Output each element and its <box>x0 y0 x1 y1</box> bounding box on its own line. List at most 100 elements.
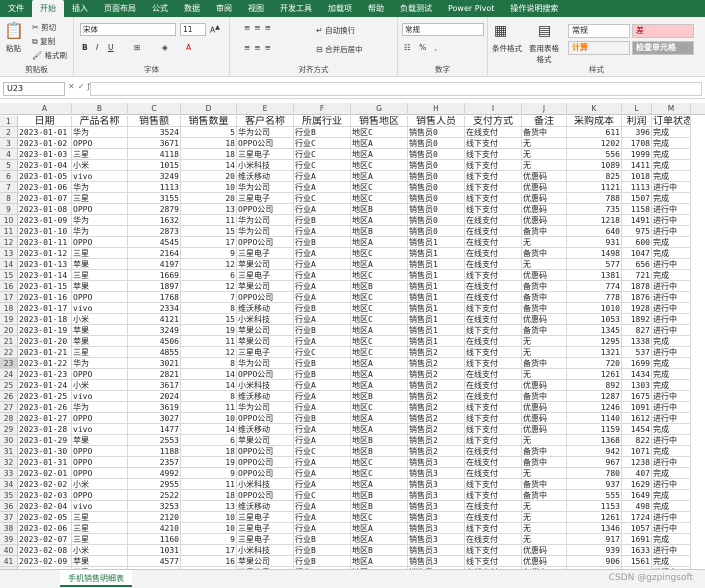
table-cell[interactable]: 三星电子 <box>237 347 294 358</box>
table-cell[interactable]: 937 <box>567 479 622 490</box>
table-cell[interactable]: OPPO公司 <box>237 204 294 215</box>
table-cell[interactable]: 苹果 <box>72 259 128 270</box>
table-cell[interactable]: 地区A <box>351 380 408 391</box>
table-cell[interactable]: 1218 <box>567 215 622 226</box>
row-header[interactable]: 14 <box>0 259 18 270</box>
table-cell[interactable]: 在线支付 <box>465 501 522 512</box>
table-cell[interactable]: 17 <box>181 237 237 248</box>
header-cell[interactable]: 备注 <box>522 116 567 127</box>
table-cell[interactable]: 苹果 <box>72 281 128 292</box>
table-cell[interactable]: 销售员1 <box>408 237 465 248</box>
table-cell[interactable]: 1632 <box>128 215 181 226</box>
table-cell[interactable]: 1381 <box>567 270 622 281</box>
table-cell[interactable]: 三星电子 <box>237 523 294 534</box>
table-cell[interactable]: 维沃移动 <box>237 171 294 182</box>
table-cell[interactable]: 2023-01-14 <box>18 270 72 281</box>
table-cell[interactable]: 进行中 <box>652 347 691 358</box>
table-format-icon[interactable]: ▤ <box>538 23 551 39</box>
table-cell[interactable]: 2023-01-22 <box>18 358 72 369</box>
table-cell[interactable]: 1649 <box>622 490 652 501</box>
table-cell[interactable]: 地区B <box>351 545 408 556</box>
table-cell[interactable]: 三星电子 <box>237 534 294 545</box>
table-cell[interactable]: 地区A <box>351 325 408 336</box>
table-cell[interactable]: 地区A <box>351 413 408 424</box>
table-cell[interactable]: 行业A <box>294 391 351 402</box>
table-cell[interactable]: 地区B <box>351 281 408 292</box>
table-cell[interactable]: 备货中 <box>522 281 567 292</box>
table-cell[interactable]: 1477 <box>128 424 181 435</box>
column-header[interactable]: I <box>465 103 522 115</box>
table-cell[interactable]: 进行中 <box>652 413 691 424</box>
table-cell[interactable]: 线下支付 <box>465 325 522 336</box>
row-header[interactable]: 41 <box>0 556 18 567</box>
table-cell[interactable]: 4210 <box>128 523 181 534</box>
column-header[interactable]: K <box>567 103 622 115</box>
table-cell[interactable]: 1876 <box>622 292 652 303</box>
table-cell[interactable]: 14 <box>181 424 237 435</box>
table-cell[interactable]: 备货中 <box>522 303 567 314</box>
table-cell[interactable]: 行业C <box>294 193 351 204</box>
row-header[interactable]: 12 <box>0 237 18 248</box>
table-cell[interactable]: OPPO <box>72 490 128 501</box>
row-header[interactable]: 21 <box>0 336 18 347</box>
table-cell[interactable]: 行业A <box>294 171 351 182</box>
conditional-format-button[interactable]: 条件格式 <box>492 43 522 54</box>
table-cell[interactable]: 行业A <box>294 457 351 468</box>
table-cell[interactable]: 完成 <box>652 534 691 545</box>
sheet-tab[interactable]: 手机销售明细表 <box>60 570 132 587</box>
row-header[interactable]: 2 <box>0 127 18 138</box>
table-cell[interactable]: 13 <box>181 501 237 512</box>
table-cell[interactable]: 2023-02-03 <box>18 490 72 501</box>
name-box[interactable]: U23 <box>3 82 65 96</box>
table-cell[interactable]: 1928 <box>622 303 652 314</box>
table-cell[interactable]: 1053 <box>567 314 622 325</box>
table-cell[interactable]: 1047 <box>622 248 652 259</box>
table-cell[interactable]: 三星 <box>72 193 128 204</box>
underline-button[interactable]: U <box>108 43 114 52</box>
table-cell[interactable]: 备货中 <box>522 292 567 303</box>
table-cell[interactable]: 1507 <box>622 193 652 204</box>
row-header[interactable]: 3 <box>0 138 18 149</box>
table-cell[interactable]: 在线支付 <box>465 281 522 292</box>
table-cell[interactable]: 1202 <box>567 138 622 149</box>
table-cell[interactable]: 1561 <box>622 556 652 567</box>
table-cell[interactable]: 3249 <box>128 171 181 182</box>
cut-button[interactable]: ✂ 剪切 <box>32 22 56 33</box>
table-cell[interactable]: 在线支付 <box>465 215 522 226</box>
table-cell[interactable]: 1287 <box>567 391 622 402</box>
table-cell[interactable]: 线下支付 <box>465 204 522 215</box>
table-cell[interactable]: 2023-01-12 <box>18 248 72 259</box>
table-cell[interactable]: 556 <box>567 149 622 160</box>
table-cell[interactable]: 完成 <box>652 501 691 512</box>
ribbon-tab[interactable]: 开始 <box>32 0 64 17</box>
table-cell[interactable]: 在线支付 <box>465 259 522 270</box>
table-cell[interactable]: 行业B <box>294 413 351 424</box>
table-cell[interactable]: 维沃移动 <box>237 391 294 402</box>
table-cell[interactable]: 行业A <box>294 402 351 413</box>
table-cell[interactable]: 19 <box>181 325 237 336</box>
table-cell[interactable]: 2023-01-03 <box>18 149 72 160</box>
row-header[interactable]: 28 <box>0 413 18 424</box>
table-cell[interactable]: 778 <box>567 292 622 303</box>
table-cell[interactable]: 完成 <box>652 237 691 248</box>
ribbon-tab[interactable]: 加载项 <box>320 0 360 17</box>
paste-icon[interactable]: 📋 <box>4 21 24 40</box>
table-cell[interactable]: 优惠码 <box>522 545 567 556</box>
table-cell[interactable]: 1140 <box>567 413 622 424</box>
table-cell[interactable]: OPPO公司 <box>237 413 294 424</box>
table-cell[interactable]: 1188 <box>128 446 181 457</box>
table-cell[interactable]: 销售员3 <box>408 479 465 490</box>
table-cell[interactable]: 线下支付 <box>465 193 522 204</box>
table-cell[interactable]: 线下支付 <box>465 171 522 182</box>
table-cell[interactable]: 2023-01-02 <box>18 138 72 149</box>
table-cell[interactable]: 1724 <box>622 512 652 523</box>
table-cell[interactable]: 735 <box>567 204 622 215</box>
table-cell[interactable]: 行业A <box>294 226 351 237</box>
table-cell[interactable]: 行业A <box>294 314 351 325</box>
table-cell[interactable]: 进行中 <box>652 479 691 490</box>
table-cell[interactable]: 3253 <box>128 501 181 512</box>
row-header[interactable]: 1 <box>0 116 18 127</box>
table-cell[interactable]: 苹果 <box>72 325 128 336</box>
table-cell[interactable]: 4545 <box>128 237 181 248</box>
header-cell[interactable]: 销售地区 <box>351 116 408 127</box>
